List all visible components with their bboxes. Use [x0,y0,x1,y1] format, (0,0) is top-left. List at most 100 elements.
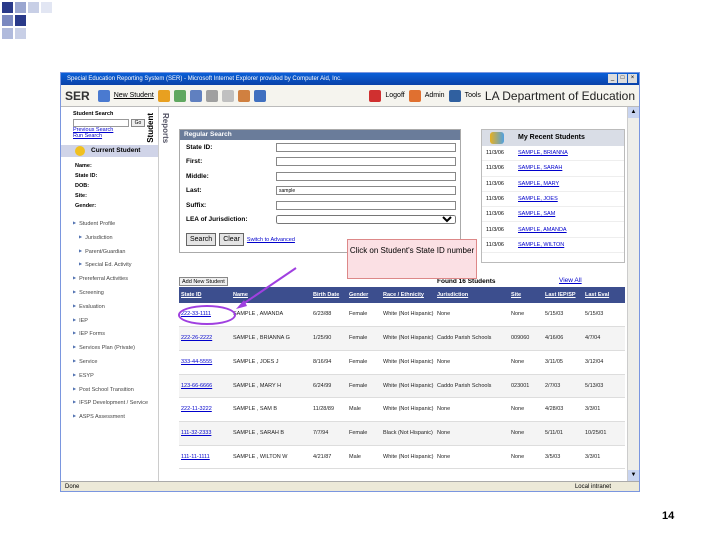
table-cell: 023001 [509,374,543,399]
recent-students-header: My Recent Students [482,130,624,146]
table-cell: None [435,445,509,470]
new-student-icon [97,89,110,102]
table-cell: 3/11/05 [543,350,583,375]
table-row: 123-66-6666 SAMPLE , MARY H 6/24/99 Female W… [179,374,625,399]
tab-student[interactable]: Student [146,113,155,143]
table-row: 111-11-1111 SAMPLE , WILTON W 4/21/87 Male W… [179,445,625,470]
table-cell: 6/24/99 [311,374,347,399]
search-button[interactable]: Search [186,233,217,246]
student-search-input[interactable] [73,119,129,127]
tools-icon[interactable] [221,89,234,102]
new-student-button[interactable]: New Student [114,92,154,99]
table-cell: Black (Not Hispanic) [381,421,435,446]
search-field-input[interactable] [276,171,456,181]
column-header[interactable]: Birth Date [311,287,347,303]
recent-student-item: 11/3/06 SAMPLE, SARAH [482,161,624,177]
search-field-input[interactable] [276,142,456,152]
maximize-button[interactable]: □ [618,74,627,83]
state-id-link[interactable]: 333-44-5555 [179,350,231,375]
tab-reports[interactable]: Reports [161,113,170,143]
state-id-link[interactable]: 111-11-1111 [179,445,231,470]
status-bar: Done Local intranet [61,481,639,491]
department-title: LA Department of Education [484,88,635,103]
column-header[interactable]: Last Eval [583,287,625,303]
add-new-student-button[interactable]: Add New Student [179,277,228,286]
refresh-icon[interactable] [173,89,186,102]
recent-student-item: 11/3/06 SAMPLE, JOES [482,192,624,208]
view-all-link[interactable]: View All [559,277,582,284]
table-cell: 8/16/94 [311,350,347,375]
search-field-input[interactable] [276,186,456,196]
vertical-tabs: Student Reports [143,107,173,477]
switch-to-advanced-link[interactable]: Switch to Advanced [247,237,295,243]
state-id-link[interactable]: 222-26-2222 [179,326,231,351]
table-cell: White (Not Hispanic) [381,397,435,422]
column-header[interactable]: Race / Ethnicity [381,287,435,303]
scroll-down-icon[interactable]: ▼ [628,470,639,481]
save-icon[interactable] [189,89,202,102]
recent-student-link[interactable]: SAMPLE, SAM [518,211,555,217]
table-cell: 10/25/01 [583,421,625,446]
recent-student-link[interactable]: SAMPLE, AMANDA [518,227,567,233]
close-button[interactable]: × [628,74,637,83]
results-count: Found 16 Students [437,278,496,285]
search-field-input[interactable] [276,157,456,167]
column-header[interactable]: State ID [179,287,231,303]
table-cell: Female [347,350,381,375]
table-cell: None [509,397,543,422]
recent-student-item: 11/3/06 SAMPLE, SAM [482,207,624,223]
column-header[interactable]: Site [509,287,543,303]
title-bar: Special Education Reporting System (SER)… [61,73,639,85]
column-header[interactable]: Jurisdiction [435,287,509,303]
scrollbar[interactable]: ▲ ▼ [627,107,639,481]
print-icon[interactable] [205,89,218,102]
recent-student-link[interactable]: SAMPLE, BRIANNA [518,150,568,156]
table-cell: 4/21/87 [311,445,347,470]
search-field-label: State ID: [186,143,213,151]
admin-button[interactable]: Admin [425,92,445,99]
recent-date: 11/3/06 [486,196,504,203]
person-icon [75,146,85,156]
scroll-up-icon[interactable]: ▲ [628,107,639,118]
recent-date: 11/3/06 [486,150,504,157]
recent-student-item: 11/3/06 SAMPLE, BRIANNA [482,146,624,162]
help-icon[interactable] [157,89,170,102]
table-cell: 1/25/90 [311,326,347,351]
column-header[interactable]: Name [231,287,311,303]
state-id-link[interactable]: 123-66-6666 [179,374,231,399]
table-cell: 2/7/03 [543,374,583,399]
recent-date: 11/3/06 [486,226,504,233]
state-id-link[interactable]: 111-32-2333 [179,421,231,446]
recent-student-link[interactable]: SAMPLE, WILTON [518,242,564,248]
clear-button[interactable]: Clear [219,233,244,246]
table-cell: Female [347,421,381,446]
column-header[interactable]: Gender [347,287,381,303]
recent-date: 11/3/06 [486,180,504,187]
column-header[interactable]: Last IEP/SP [543,287,583,303]
table-cell: Male [347,397,381,422]
minimize-button[interactable]: _ [608,74,617,83]
recent-student-link[interactable]: SAMPLE, MARY [518,181,559,187]
info-icon[interactable] [253,89,266,102]
recent-student-link[interactable]: SAMPLE, JOES [518,196,558,202]
table-cell: 4/7/04 [583,326,625,351]
table-cell: Female [347,374,381,399]
table-cell: 11/28/89 [311,397,347,422]
search-field-input[interactable] [276,200,456,210]
logoff-button[interactable]: Logoff [385,92,404,99]
search-field-label: Suffix: [186,201,207,209]
recent-date: 11/3/06 [486,211,504,218]
lea-select[interactable] [276,215,456,225]
tools-button[interactable]: Tools [465,92,481,99]
recent-student-link[interactable]: SAMPLE, SARAH [518,165,562,171]
regular-search-title: Regular Search [180,130,460,140]
state-id-link[interactable]: 222-11-3222 [179,397,231,422]
table-row: 333-44-5555 SAMPLE , JOES J 8/16/94 Female W… [179,350,625,375]
table-cell: Caddo Parish Schools [435,326,509,351]
table-cell: None [509,303,543,328]
home-icon[interactable] [237,89,250,102]
table-cell: SAMPLE , JOES J [231,350,311,375]
recent-students-panel: My Recent Students 11/3/06 SAMPLE, BRIANN… [481,129,625,263]
app-toolbar: SER New Student Logoff Admin Tools LA De… [61,85,639,107]
status-text: Done [65,484,80,490]
